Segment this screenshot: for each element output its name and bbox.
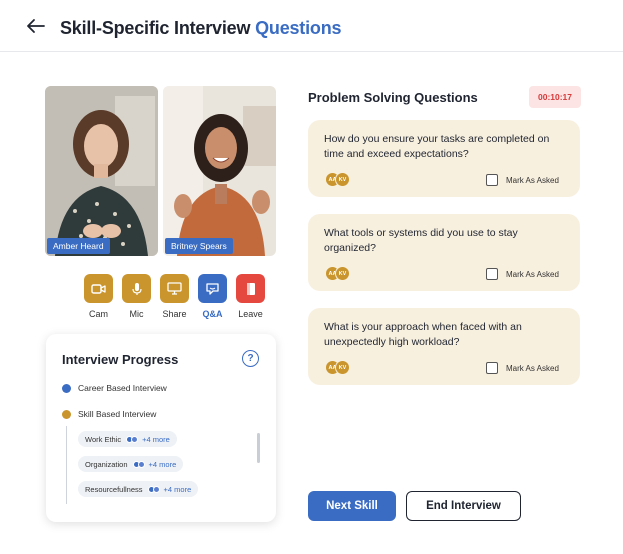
leave-label: Leave: [238, 309, 263, 319]
checkbox-box[interactable]: [486, 174, 498, 186]
sub-item-label: Resourcefullness: [85, 484, 143, 494]
camera-icon[interactable]: [84, 274, 113, 303]
question-text: What is your approach when faced with an…: [324, 321, 522, 348]
interviewer-avatars: AA KV: [325, 172, 350, 187]
sub-item-label: Work Ethic: [85, 434, 122, 444]
checkbox-box[interactable]: [486, 268, 498, 280]
mark-as-asked-label: Mark As Asked: [506, 363, 559, 373]
question-card: What tools or systems did you use to sta…: [308, 214, 580, 291]
progress-line: [66, 426, 67, 504]
step-dot: [62, 383, 71, 393]
checkbox-box[interactable]: [486, 362, 498, 374]
mic-button[interactable]: Mic: [122, 274, 151, 319]
screen-share-icon[interactable]: [160, 274, 189, 303]
avatar: KV: [335, 360, 350, 375]
step-label: Skill Based Interview: [78, 409, 157, 419]
step-skill-based[interactable]: Skill Based Interview: [62, 409, 156, 419]
mini-avatars: [126, 435, 139, 443]
mini-avatars: [132, 460, 145, 468]
video-tile-amber: Amber Heard: [45, 86, 158, 256]
step-label: Career Based Interview: [78, 383, 167, 393]
mark-as-asked-checkbox[interactable]: Mark As Asked: [486, 268, 559, 280]
video-tile-britney: Britney Spears: [163, 86, 276, 256]
mic-label: Mic: [129, 309, 144, 319]
chat-icon[interactable]: [198, 274, 227, 303]
qa-label: Q&A: [202, 309, 223, 319]
mini-avatars: [147, 485, 160, 493]
interviewer-avatars: AA KV: [325, 266, 350, 281]
end-interview-button[interactable]: End Interview: [406, 491, 521, 521]
page-title-main: Skill-Specific Interview: [60, 18, 251, 38]
mark-as-asked-label: Mark As Asked: [506, 175, 559, 185]
question-card: What is your approach when faced with an…: [308, 308, 580, 385]
page-title-accent: Questions: [255, 18, 342, 38]
step-career-based[interactable]: Career Based Interview: [62, 383, 167, 393]
participant-name-tag: Britney Spears: [165, 238, 233, 254]
next-skill-button[interactable]: Next Skill: [308, 491, 396, 521]
timer-badge: 00:10:17: [529, 86, 581, 108]
more-count: +4 more: [163, 484, 192, 494]
interview-progress-card: Interview Progress ? Career Based Interv…: [46, 334, 276, 522]
mic-icon[interactable]: [122, 274, 151, 303]
arrow-left-icon[interactable]: [26, 18, 46, 34]
share-button[interactable]: Share: [160, 274, 189, 319]
questions-section-title: Problem Solving Questions: [308, 90, 478, 105]
step-dot: [62, 409, 71, 419]
share-label: Share: [162, 309, 187, 319]
interviewer-avatars: AA KV: [325, 360, 350, 375]
mark-as-asked-checkbox[interactable]: Mark As Asked: [486, 174, 559, 186]
question-card: How do you ensure your tasks are complet…: [308, 120, 580, 197]
question-text: How do you ensure your tasks are complet…: [324, 133, 550, 160]
participant-video-amber: [45, 86, 158, 256]
more-count: +4 more: [148, 459, 177, 469]
mark-as-asked-label: Mark As Asked: [506, 269, 559, 279]
page-title: Skill-Specific Interview Questions: [60, 18, 342, 39]
progress-title: Interview Progress: [62, 352, 179, 367]
help-icon[interactable]: ?: [242, 350, 259, 367]
leave-button[interactable]: Leave: [236, 274, 265, 319]
leave-icon[interactable]: [236, 274, 265, 303]
call-controls: Cam Mic Share Q&A Leave: [84, 274, 265, 319]
scrollbar[interactable]: [257, 433, 260, 463]
sub-item-organization[interactable]: Organization +4 more: [78, 456, 184, 472]
sub-item-resourcefullness[interactable]: Resourcefullness +4 more: [78, 481, 199, 497]
qa-button[interactable]: Q&A: [198, 274, 227, 319]
sub-item-work-ethic[interactable]: Work Ethic +4 more: [78, 431, 177, 447]
question-text: What tools or systems did you use to sta…: [324, 227, 518, 254]
mark-as-asked-checkbox[interactable]: Mark As Asked: [486, 362, 559, 374]
sub-item-label: Organization: [85, 459, 128, 469]
avatar: KV: [335, 266, 350, 281]
more-count: +4 more: [142, 434, 170, 444]
avatar: KV: [335, 172, 350, 187]
participant-name-tag: Amber Heard: [47, 238, 110, 254]
header: Skill-Specific Interview Questions: [0, 0, 623, 52]
cam-label: Cam: [88, 309, 108, 319]
cam-button[interactable]: Cam: [84, 274, 113, 319]
participant-video-britney: [163, 86, 276, 256]
